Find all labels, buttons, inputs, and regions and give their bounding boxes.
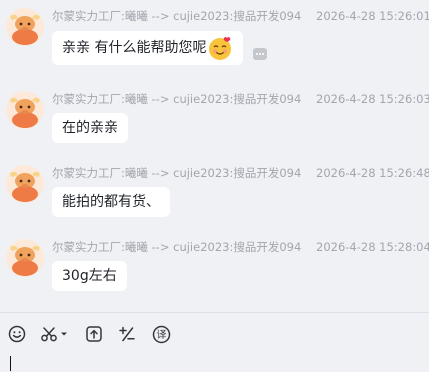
message-bubble[interactable]: 在的亲亲 <box>52 113 128 143</box>
more-options-button[interactable] <box>253 48 267 60</box>
message-bubble[interactable]: 能拍的都有货、 <box>52 187 170 217</box>
message-item: 尔蒙实力工厂:曦曦 --> cujie2023:搜品开发094 2026-4-2… <box>0 157 429 227</box>
svg-text:译: 译 <box>156 329 166 341</box>
message-item: 尔蒙实力工厂:曦曦 --> cujie2023:搜品开发094 2026-4-2… <box>0 231 429 301</box>
message-meta: 尔蒙实力工厂:曦曦 --> cujie2023:搜品开发094 2026-4-2… <box>52 8 429 24</box>
upload-file-icon <box>86 326 102 342</box>
message-text: 在的亲亲 <box>62 120 118 136</box>
timestamp: 2026-4-28 15:28:04 <box>316 240 429 254</box>
smiling-face-with-hearts-icon <box>209 37 232 60</box>
message-item: 尔蒙实力工厂:曦曦 --> cujie2023:搜品开发094 2026-4-2… <box>0 83 429 153</box>
quick-phrase-icon <box>119 326 135 342</box>
input-toolbar: 译 <box>0 320 429 346</box>
message-meta: 尔蒙实力工厂:曦曦 --> cujie2023:搜品开发094 2026-4-2… <box>52 91 429 107</box>
chat-history[interactable]: 尔蒙实力工厂:曦曦 --> cujie2023:搜品开发094 2026-4-2… <box>0 0 429 312</box>
screenshot-button[interactable] <box>39 323 69 345</box>
quick-phrase-button[interactable] <box>116 323 138 345</box>
message-meta: 尔蒙实力工厂:曦曦 --> cujie2023:搜品开发094 2026-4-2… <box>52 165 429 181</box>
emoji-icon <box>8 325 26 343</box>
message-text: 能拍的都有货、 <box>62 194 160 210</box>
timestamp: 2026-4-28 15:26:03 <box>316 92 429 106</box>
timestamp: 2026-4-28 15:26:01 <box>316 9 429 23</box>
message-text: 亲亲 有什么能帮助您呢 <box>62 40 207 56</box>
emoji-button[interactable] <box>6 323 28 345</box>
sender-label: 尔蒙实力工厂:曦曦 --> cujie2023:搜品开发094 <box>52 240 302 254</box>
sender-label: 尔蒙实力工厂:曦曦 --> cujie2023:搜品开发094 <box>52 9 302 23</box>
sender-label: 尔蒙实力工厂:曦曦 --> cujie2023:搜品开发094 <box>52 92 302 106</box>
input-divider <box>0 312 429 313</box>
translate-button[interactable]: 译 <box>150 323 172 345</box>
avatar[interactable] <box>6 165 44 203</box>
translate-icon: 译 <box>152 325 170 343</box>
sender-label: 尔蒙实力工厂:曦曦 --> cujie2023:搜品开发094 <box>52 166 302 180</box>
text-caret <box>10 356 11 371</box>
scissors-icon <box>41 327 57 342</box>
avatar[interactable] <box>6 8 44 46</box>
chevron-down-icon[interactable] <box>60 330 68 338</box>
message-bubble[interactable]: 30g左右 <box>52 261 127 291</box>
timestamp: 2026-4-28 15:26:48 <box>316 166 429 180</box>
message-input[interactable] <box>0 346 429 372</box>
message-item: 尔蒙实力工厂:曦曦 --> cujie2023:搜品开发094 2026-4-2… <box>0 0 429 70</box>
message-text: 30g左右 <box>62 268 117 284</box>
message-bubble[interactable]: 亲亲 有什么能帮助您呢 <box>52 31 244 65</box>
avatar[interactable] <box>6 239 44 277</box>
avatar[interactable] <box>6 91 44 129</box>
message-meta: 尔蒙实力工厂:曦曦 --> cujie2023:搜品开发094 2026-4-2… <box>52 239 429 255</box>
upload-file-button[interactable] <box>83 323 105 345</box>
